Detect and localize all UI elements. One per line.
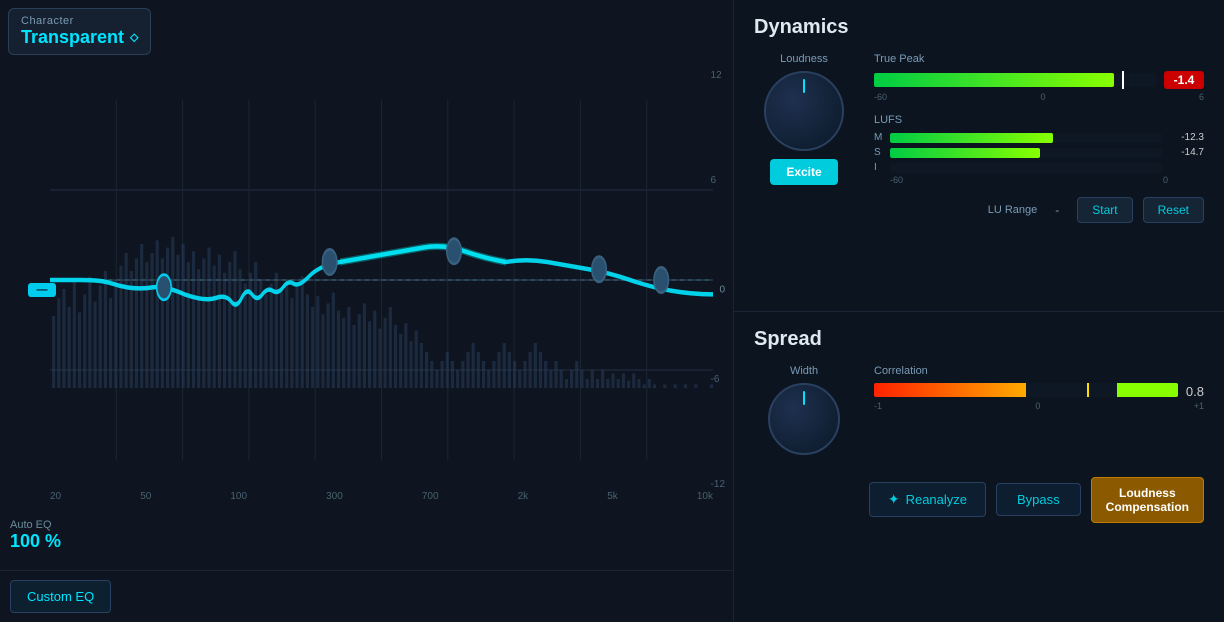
- eq-drag-handle[interactable]: —: [28, 283, 56, 297]
- width-col: Width: [754, 365, 854, 461]
- corr-scale: -1 0 +1: [874, 401, 1204, 411]
- reanalyze-button[interactable]: ✦ Reanalyze: [869, 482, 986, 517]
- freq-labels: 20 50 100 300 700 2k 5k 10k: [50, 491, 713, 502]
- correlation-value: 0.8: [1186, 384, 1204, 399]
- lu-range-label: LU Range: [988, 204, 1038, 216]
- bypass-button[interactable]: Bypass: [996, 483, 1081, 516]
- lu-range-row: LU Range - Start Reset: [874, 197, 1204, 223]
- corr-bar-row: 0.8: [874, 383, 1204, 401]
- bottom-bar-right: ✦ Reanalyze Bypass Loudness Compensation: [754, 461, 1204, 523]
- spread-content: Width Correlation 0.8: [754, 365, 1204, 461]
- lu-range-value: -: [1047, 203, 1067, 217]
- reanalyze-icon: ✦: [888, 491, 900, 508]
- spread-section: Spread Width Correlation: [734, 312, 1224, 622]
- width-knob[interactable]: [768, 383, 840, 455]
- width-label: Width: [790, 365, 818, 377]
- correlation-label: Correlation: [874, 365, 1204, 377]
- reset-button[interactable]: Reset: [1143, 197, 1204, 223]
- corr-marker: [1087, 383, 1089, 397]
- lufs-bars: M -12.3 S -14.7: [874, 132, 1204, 173]
- metrics-col: True Peak -1.4 -60 0 6: [874, 53, 1204, 223]
- lufs-section: LUFS M -12.3 S: [874, 114, 1204, 185]
- corr-bar-red: [874, 383, 1026, 397]
- loudness-knob-indicator: [803, 79, 805, 93]
- true-peak-bar-track: [874, 73, 1156, 87]
- loudness-label: Loudness: [780, 53, 828, 65]
- dynamics-section: Dynamics Loudness Excite True Peak: [734, 0, 1224, 312]
- true-peak-bar-fill: [874, 73, 1114, 87]
- true-peak-section: True Peak -1.4 -60 0 6: [874, 53, 1204, 102]
- true-peak-scale: -60 0 6: [874, 92, 1204, 102]
- true-peak-bar-container: -1.4: [874, 71, 1204, 89]
- start-button[interactable]: Start: [1077, 197, 1132, 223]
- lufs-row-m: M -12.3: [874, 132, 1204, 143]
- dynamics-content: Loudness Excite True Peak: [754, 53, 1204, 223]
- eq-svg: [50, 100, 713, 460]
- character-arrow-icon: ⬦: [130, 30, 138, 45]
- lufs-row-s: S -14.7: [874, 147, 1204, 158]
- custom-eq-button[interactable]: Custom EQ: [10, 580, 111, 613]
- character-value: Transparent ⬦: [21, 27, 138, 48]
- lufs-bar-m: [890, 133, 1162, 143]
- true-peak-marker: [1122, 71, 1124, 89]
- zero-db-label: 0: [719, 285, 725, 296]
- spread-title: Spread: [754, 328, 1204, 351]
- true-peak-value: -1.4: [1164, 71, 1204, 89]
- lufs-label: LUFS: [874, 114, 1204, 126]
- character-label: Character: [21, 15, 138, 27]
- lufs-bar-i: [890, 163, 1162, 173]
- excite-button[interactable]: Excite: [770, 159, 837, 185]
- left-panel: Character Transparent ⬦ 12 6 -6 -12 0: [0, 0, 734, 622]
- lufs-row-i: I: [874, 162, 1204, 173]
- correlation-col: Correlation 0.8 -1 0 +1: [874, 365, 1204, 461]
- auto-eq-value: 100 %: [10, 531, 61, 552]
- correlation-bar-track: [874, 383, 1178, 397]
- corr-bar-green: [1117, 383, 1178, 397]
- lufs-bar-s: [890, 148, 1162, 158]
- auto-eq-label: Auto EQ: [10, 519, 61, 531]
- width-knob-indicator: [803, 391, 805, 405]
- loudness-col: Loudness Excite: [754, 53, 854, 223]
- auto-eq-container: Auto EQ 100 %: [10, 519, 61, 552]
- loudness-compensation-button[interactable]: Loudness Compensation: [1091, 477, 1204, 523]
- dynamics-title: Dynamics: [754, 16, 1204, 39]
- eq-area: 12 6 -6 -12 0: [0, 10, 733, 570]
- right-panel: Dynamics Loudness Excite True Peak: [734, 0, 1224, 622]
- character-box[interactable]: Character Transparent ⬦: [8, 8, 151, 55]
- main-container: Character Transparent ⬦ 12 6 -6 -12 0: [0, 0, 1224, 622]
- lufs-scale: -60 0: [874, 175, 1204, 185]
- loudness-knob[interactable]: [764, 71, 844, 151]
- bottom-bar-left: Custom EQ: [0, 570, 733, 622]
- true-peak-label: True Peak: [874, 53, 1204, 65]
